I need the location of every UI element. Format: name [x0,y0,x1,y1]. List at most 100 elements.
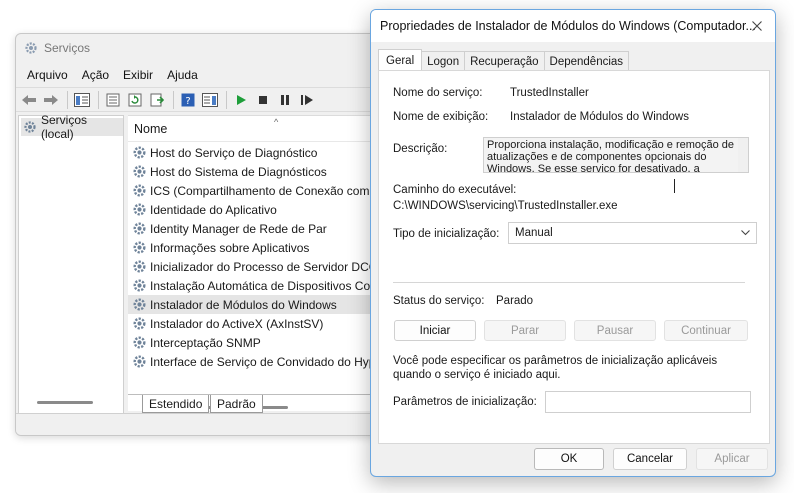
ok-button-label: OK [560,453,578,465]
play-icon[interactable] [231,90,251,110]
restart-icon[interactable] [297,90,317,110]
start-params-hint: Você pode especificar os parâmetros de i… [393,355,718,381]
status-label: Status do serviço: [393,295,485,307]
service-row[interactable]: Instalador do ActiveX (AxInstSV) [128,314,382,333]
export-icon[interactable] [147,90,167,110]
gear-icon [132,259,147,274]
service-row[interactable]: Instalador de Módulos do Windows [128,295,382,314]
tree-item-services-local[interactable]: Serviços (local) [21,113,123,141]
gear-icon [132,221,147,236]
toolbar-separator [173,90,174,109]
tab-general[interactable]: Geral [378,49,423,71]
service-row[interactable]: Identity Manager de Rede de Par [128,219,382,238]
services-window-title: Serviços [44,41,91,55]
service-row[interactable]: Interface de Serviço de Convidado do Hyp [128,352,382,371]
display-name-label: Nome de exibição: [393,111,489,123]
menu-view[interactable]: Exibir [116,68,160,82]
service-name-label: Nome do serviço: [393,87,483,99]
tab-extended[interactable]: Estendido [142,395,210,413]
menu-help[interactable]: Ajuda [160,68,205,82]
services-rows: Host do Serviço de Diagnóstico Host do Si… [128,143,382,371]
service-name: ICS (Compartilhamento de Conexão com [150,183,370,198]
show-tree-icon[interactable] [72,90,92,110]
tree-scrollbar[interactable] [37,401,93,404]
service-row[interactable]: Instalação Automática de Dispositivos Co [128,276,382,295]
gear-icon [132,240,147,255]
exec-path-label: Caminho do executável: [393,184,517,196]
gear-icon [132,183,147,198]
stop-button-label: Parar [510,324,540,337]
text-cursor [674,179,675,193]
service-row[interactable]: Inicializador do Processo de Servidor DC… [128,257,382,276]
service-row[interactable]: Informações sobre Aplicativos [128,238,382,257]
apply-button-label: Aplicar [714,453,750,465]
description-text: Proporciona instalação, modificação e re… [487,139,735,173]
services-title-bar: Serviços [16,34,382,62]
tab-recovery-label: Recuperação [470,55,539,68]
toolbar-separator [226,90,227,109]
tab-extended-label: Estendido [149,396,203,411]
refresh-icon[interactable] [125,90,145,110]
tab-dependencies[interactable]: Dependências [543,51,630,71]
apply-button[interactable]: Aplicar [696,448,768,470]
tab-general-label: Geral [386,54,415,67]
resume-button[interactable]: Continuar [664,320,748,341]
description-box[interactable]: Proporciona instalação, modificação e re… [483,137,749,173]
properties-icon[interactable] [103,90,123,110]
service-name: Instalação Automática de Dispositivos Co [150,278,371,293]
service-row[interactable]: Host do Serviço de Diagnóstico [128,143,382,162]
resume-button-label: Continuar [681,324,731,337]
service-name: Informações sobre Aplicativos [150,240,310,255]
service-row[interactable]: ICS (Compartilhamento de Conexão com [128,181,382,200]
startup-type-label: Tipo de inicialização: [393,228,500,240]
status-value: Parado [496,295,534,307]
stop-button[interactable]: Parar [484,320,566,341]
pause-button-label: Pausar [596,324,634,337]
start-button[interactable]: Iniciar [394,320,476,341]
gear-icon [24,41,38,55]
status-bar [16,413,382,435]
gear-icon [132,335,147,350]
services-window: Serviços Arquivo Ação Exibir Ajuda ? Ser… [15,33,383,436]
pause-icon[interactable] [275,90,295,110]
forward-arrow-icon[interactable] [41,90,61,110]
service-row[interactable]: Interceptação SNMP [128,333,382,352]
close-icon[interactable] [739,10,775,42]
display-name-value[interactable]: Instalador de Módulos do Windows [510,111,689,123]
tree-item-label: Serviços (local) [41,113,88,141]
start-params-input[interactable] [545,391,751,413]
ok-button[interactable]: OK [534,448,604,470]
back-arrow-icon[interactable] [19,90,39,110]
start-params-label: Parâmetros de inicialização: [393,396,537,408]
pause-button[interactable]: Pausar [574,320,656,341]
tab-logon-label: Logon [427,55,460,68]
startup-type-select[interactable]: Manual [508,222,757,244]
chevron-down-icon [740,227,751,238]
exec-path-value: C:\WINDOWS\servicing\TrustedInstaller.ex… [393,200,618,212]
divider [393,282,745,283]
cancel-button[interactable]: Cancelar [613,448,687,470]
column-header-name[interactable]: ^ Nome [128,116,382,142]
service-row[interactable]: Identidade do Aplicativo [128,200,382,219]
tab-logon[interactable]: Logon [421,51,466,71]
service-row[interactable]: Host do Sistema de Diagnósticos [128,162,382,181]
tab-standard[interactable]: Padrão [210,395,263,413]
sort-up-icon: ^ [274,117,279,127]
tree-pane: Serviços (local) [18,113,124,415]
toolbar-separator [98,90,99,109]
menu-action[interactable]: Ação [75,68,116,82]
help-icon[interactable]: ? [178,90,198,110]
services-list: ^ Nome Host do Serviço de Diagnóstico Hos… [128,115,382,411]
service-name: Host do Sistema de Diagnósticos [150,164,327,179]
service-name: Host do Serviço de Diagnóstico [150,145,318,160]
menu-file[interactable]: Arquivo [20,68,75,82]
description-scrollbar[interactable] [738,138,748,172]
stop-icon[interactable] [253,90,273,110]
dialog-tabs: Geral Logon Recuperação Dependências [378,49,630,71]
show-action-pane-icon[interactable] [200,90,220,110]
menu-bar: Arquivo Ação Exibir Ajuda [16,64,382,86]
properties-dialog: Propriedades de Instalador de Módulos do… [370,9,776,477]
gear-icon [132,278,147,293]
tab-recovery[interactable]: Recuperação [464,51,545,71]
service-name: Instalador do ActiveX (AxInstSV) [150,316,324,331]
